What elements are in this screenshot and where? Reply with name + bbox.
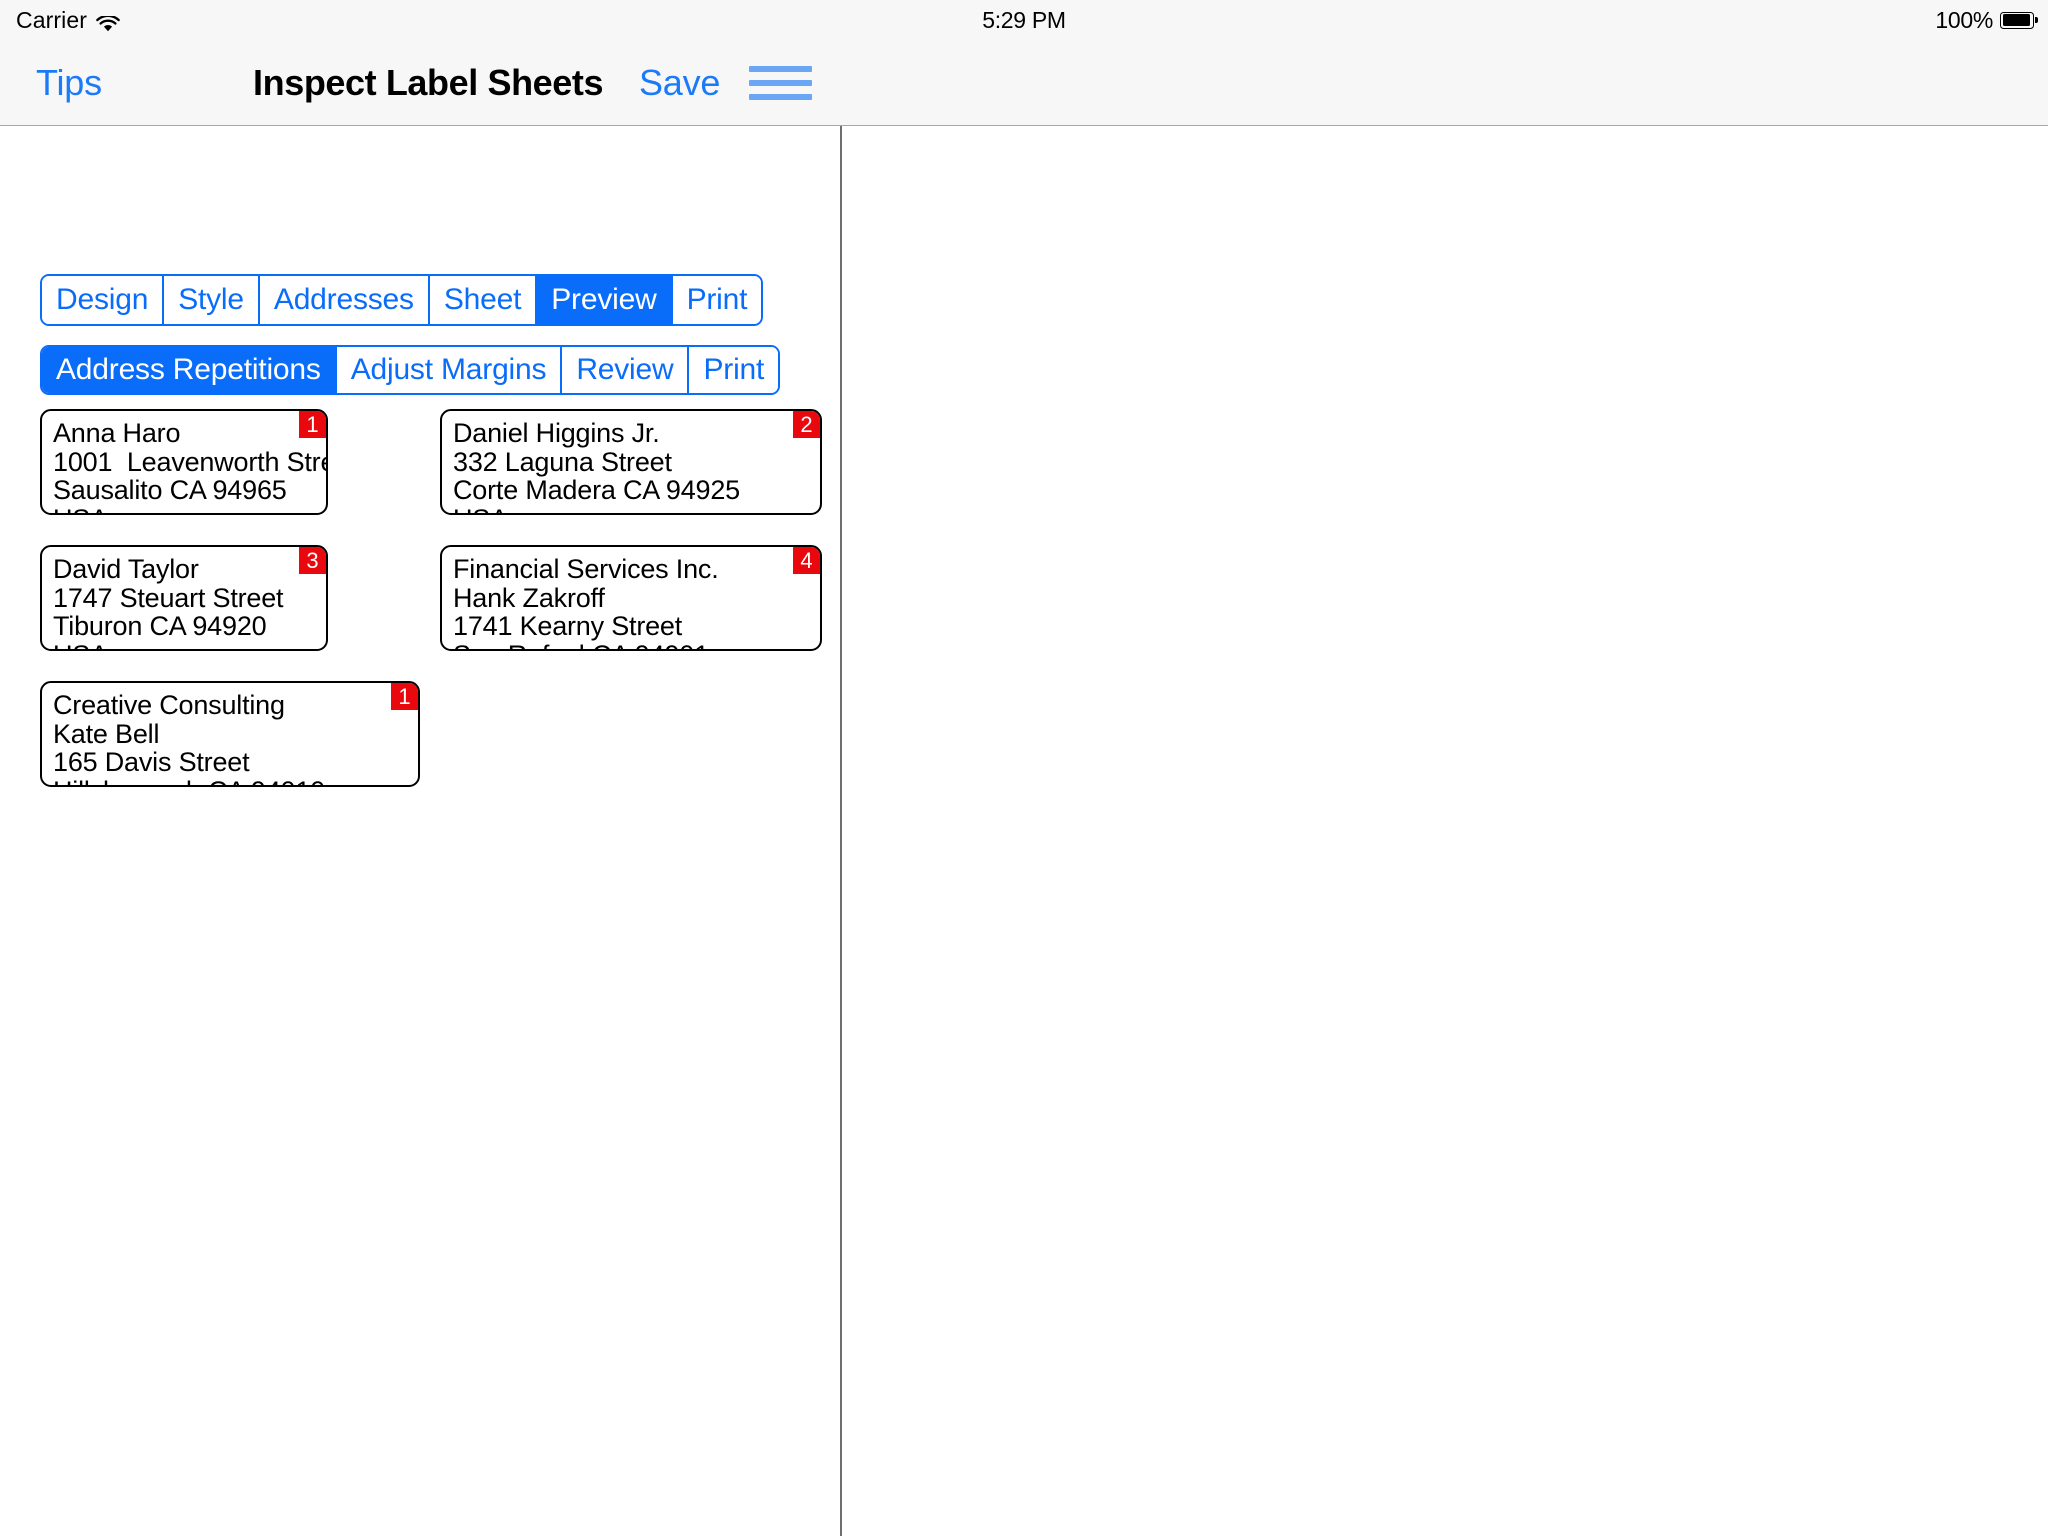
address-line: USA [453, 504, 809, 513]
address-line: San Rafael CA 94901 [453, 640, 809, 649]
hamburger-menu-icon[interactable] [749, 63, 812, 103]
repetition-count-badge: 2 [793, 411, 820, 438]
label-card[interactable]: Daniel Higgins Jr. 332 Laguna Street Corte… [440, 409, 822, 515]
subtab-address-repetitions[interactable]: Address Repetitions [42, 347, 337, 393]
address-line: 332 Laguna Street [453, 446, 672, 477]
label-card[interactable]: Anna Haro 1001 Leavenworth Street Sausalit… [40, 409, 328, 515]
label-card-address: Daniel Higgins Jr. 332 Laguna Street Corte… [442, 411, 820, 513]
tab-preview[interactable]: Preview [537, 276, 673, 324]
address-line: USA [53, 504, 315, 513]
secondary-tab-bar: Address Repetitions Adjust Margins Review P… [40, 345, 781, 395]
page-title: Inspect Label Sheets [253, 61, 604, 103]
tab-label: Address Repetitions [56, 353, 321, 386]
label-card-address: Financial Services Inc. Hank Zakroff 1741 … [442, 547, 820, 649]
tab-addresses[interactable]: Addresses [259, 276, 430, 324]
tab-label: Style [178, 283, 244, 316]
repetition-count-badge: 1 [391, 683, 418, 710]
tab-sheet[interactable]: Sheet [429, 276, 538, 324]
status-bar-clock: 5:29 PM [982, 6, 1066, 33]
tab-label: Review [576, 353, 674, 386]
tab-style[interactable]: Style [164, 276, 260, 324]
ios-status-bar: Carrier 5:29 PM 100% [0, 0, 2048, 40]
address-line: 1741 Kearny Street [453, 611, 683, 641]
navigation-bar: Tips Inspect Label Sheets Save [0, 40, 2048, 126]
primary-tab-bar: Design Style Addresses Sheet Preview Print [40, 274, 764, 326]
tab-label: Print [703, 353, 765, 386]
address-line: Sausalito CA 94965 [53, 475, 287, 505]
address-line: Anna Haro [53, 418, 181, 448]
status-bar-right: 100% [1935, 6, 2038, 34]
address-line: Hillsborough CA 94010 [53, 776, 407, 785]
address-line: 165 Davis Street [53, 747, 250, 777]
tab-label: Preview [551, 283, 657, 316]
tab-label: Adjust Margins [350, 353, 547, 386]
tab-label: Sheet [443, 283, 522, 316]
repetition-count-badge: 4 [793, 547, 820, 574]
tab-design[interactable]: Design [42, 276, 165, 324]
subtab-print[interactable]: Print [689, 347, 779, 393]
address-line: Kate Bell [53, 718, 160, 749]
label-card[interactable]: Financial Services Inc. Hank Zakroff 1741 … [440, 545, 822, 651]
tab-label: Design [56, 283, 149, 316]
address-line: Tiburon CA 94920 [53, 611, 267, 641]
label-card-address: Creative Consulting Kate Bell 165 Davis St… [42, 683, 418, 785]
subtab-review[interactable]: Review [562, 347, 690, 393]
label-card-address: Anna Haro 1001 Leavenworth Street Sausalit… [42, 411, 328, 513]
left-detail-pane: Design Style Addresses Sheet Preview Print Ad… [0, 126, 840, 1536]
address-line: 1001 Leavenworth Street [53, 446, 328, 477]
repetition-count-badge: 3 [299, 547, 326, 574]
address-line: David Taylor [53, 554, 199, 584]
label-card[interactable]: Creative Consulting Kate Bell 165 Davis St… [40, 681, 420, 787]
label-card-address: David Taylor 1747 Steuart Street Tiburon C… [42, 547, 326, 649]
tab-label: Addresses [273, 283, 414, 316]
label-card[interactable]: David Taylor 1747 Steuart Street Tiburon C… [40, 545, 328, 651]
tab-print[interactable]: Print [672, 276, 762, 324]
address-line: Corte Madera CA 94925 [453, 475, 740, 505]
right-content-pane [842, 126, 2048, 1536]
repetition-count-badge: 1 [299, 411, 326, 438]
address-line: 1747 Steuart Street [53, 582, 284, 613]
tab-label: Print [686, 283, 748, 316]
save-button[interactable]: Save [639, 62, 720, 104]
subtab-adjust-margins[interactable]: Adjust Margins [336, 347, 563, 393]
back-button-tips[interactable]: Tips [36, 62, 102, 104]
address-line: Financial Services Inc. [453, 554, 719, 584]
address-line: USA [53, 640, 315, 649]
navigation-bar-content: Tips Inspect Label Sheets Save [0, 40, 840, 125]
address-line: Hank Zakroff [453, 582, 605, 613]
address-line: Daniel Higgins Jr. [453, 418, 660, 448]
address-line: Creative Consulting [53, 690, 285, 720]
battery-icon [2000, 11, 2038, 29]
battery-percent-label: 100% [1935, 6, 1993, 33]
